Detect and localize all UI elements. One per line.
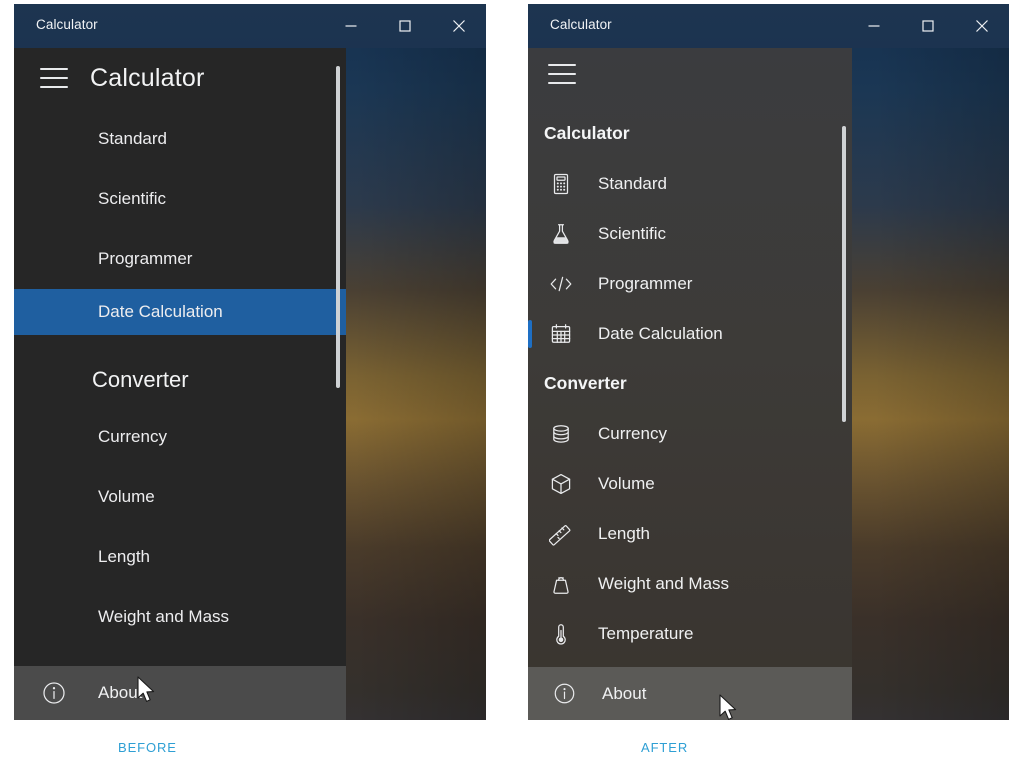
window-controls	[324, 4, 486, 48]
nav-group-converter: Converter	[14, 360, 346, 400]
hamburger-icon[interactable]	[548, 64, 576, 84]
after-nav-flyout: Calculator Standard Scientific Programme…	[528, 48, 852, 720]
nav-item-label: About	[602, 683, 647, 703]
nav-item-label: Standard	[598, 174, 667, 193]
calculator-icon	[548, 171, 574, 197]
selection-indicator	[528, 320, 532, 348]
nav-item-label: Currency	[98, 427, 167, 446]
nav-item-label: Standard	[98, 129, 167, 148]
coins-icon	[548, 421, 574, 447]
nav-item-scientific[interactable]: Scientific	[14, 176, 346, 222]
nav-item-label: Date Calculation	[98, 302, 223, 321]
close-button[interactable]	[432, 4, 486, 48]
nav-item-volume[interactable]: Volume	[14, 474, 346, 520]
minimize-icon	[345, 25, 357, 27]
nav-scrollbar[interactable]	[842, 126, 846, 422]
nav-item-temperature[interactable]: Temperature	[528, 612, 852, 656]
window-title: Calculator	[36, 17, 98, 32]
close-button[interactable]	[955, 4, 1009, 48]
nav-item-standard[interactable]: Standard	[14, 116, 346, 162]
close-icon	[453, 20, 465, 32]
code-icon	[548, 271, 574, 297]
nav-group-label: Converter	[544, 372, 627, 393]
info-circle-icon	[40, 679, 68, 707]
after-nav-scroll: Calculator Standard Scientific Programme…	[528, 48, 852, 720]
nav-item-label: Programmer	[98, 249, 193, 268]
nav-item-label: Weight and Mass	[98, 607, 230, 626]
nav-item-length[interactable]: Length	[14, 534, 346, 580]
nav-item-label: Volume	[98, 487, 155, 506]
nav-item-label: Programmer	[598, 274, 693, 293]
nav-item-label: Date Calculation	[598, 324, 723, 343]
minimize-icon	[868, 25, 880, 27]
ruler-icon	[548, 521, 574, 547]
nav-item-about[interactable]: About	[528, 667, 852, 720]
nav-item-weight-and-mass[interactable]: Weight and Mass	[528, 562, 852, 606]
minimize-button[interactable]	[324, 4, 378, 48]
after-window: Calculator Calculator Standard Scientifi…	[528, 4, 1009, 720]
nav-group-calculator: Calculator	[528, 116, 852, 150]
cube-icon	[548, 471, 574, 497]
nav-item-scientific[interactable]: Scientific	[528, 212, 852, 256]
maximize-button[interactable]	[901, 4, 955, 48]
after-titlebar[interactable]: Calculator	[528, 4, 1009, 48]
after-nav-header	[528, 48, 852, 100]
nav-item-label: Scientific	[98, 189, 167, 208]
nav-item-label: Temperature	[598, 624, 694, 643]
nav-item-label: Volume	[598, 474, 655, 493]
window-controls	[847, 4, 1009, 48]
nav-item-currency[interactable]: Currency	[528, 412, 852, 456]
maximize-icon	[922, 20, 934, 32]
nav-group-converter: Converter	[528, 366, 852, 400]
nav-item-standard[interactable]: Standard	[528, 162, 852, 206]
caption-before: BEFORE	[118, 740, 177, 755]
maximize-icon	[399, 20, 411, 32]
nav-item-about[interactable]: About	[14, 666, 346, 720]
close-icon	[976, 20, 988, 32]
nav-scrollbar[interactable]	[336, 66, 340, 388]
nav-item-weight-and-mass[interactable]: Weight and Mass	[14, 594, 346, 640]
window-title: Calculator	[550, 17, 612, 32]
nav-item-programmer[interactable]: Programmer	[528, 262, 852, 306]
nav-item-programmer[interactable]: Programmer	[14, 236, 346, 282]
nav-item-length[interactable]: Length	[528, 512, 852, 556]
nav-item-label: About	[98, 683, 143, 702]
before-titlebar[interactable]: Calculator	[14, 4, 486, 48]
nav-group-label: Converter	[92, 367, 189, 392]
nav-item-currency[interactable]: Currency	[14, 414, 346, 460]
thermometer-icon	[548, 621, 574, 647]
nav-item-date-calculation[interactable]: Date Calculation	[14, 289, 346, 335]
maximize-button[interactable]	[378, 4, 432, 48]
before-nav-header: Calculator	[14, 48, 346, 108]
info-circle-icon	[550, 680, 578, 708]
before-header-title: Calculator	[90, 63, 205, 92]
nav-item-volume[interactable]: Volume	[528, 462, 852, 506]
hamburger-icon[interactable]	[40, 68, 68, 88]
nav-item-label: Length	[598, 524, 650, 543]
minimize-button[interactable]	[847, 4, 901, 48]
before-nav-flyout: Calculator Standard Scientific Programme…	[14, 48, 346, 720]
weight-icon	[548, 571, 574, 597]
nav-item-label: Weight and Mass	[598, 574, 730, 593]
calendar-icon	[548, 321, 574, 347]
nav-item-label: Currency	[598, 424, 667, 443]
nav-group-label: Calculator	[544, 122, 630, 143]
nav-item-label: Length	[98, 547, 150, 566]
before-window: Calculator Calculator Standard Scientifi…	[14, 4, 486, 720]
nav-item-date-calculation[interactable]: Date Calculation	[528, 312, 852, 356]
flask-icon	[548, 221, 574, 247]
before-nav-scroll: Calculator Standard Scientific Programme…	[14, 48, 346, 720]
nav-item-label: Scientific	[598, 224, 667, 243]
caption-after: AFTER	[641, 740, 689, 755]
